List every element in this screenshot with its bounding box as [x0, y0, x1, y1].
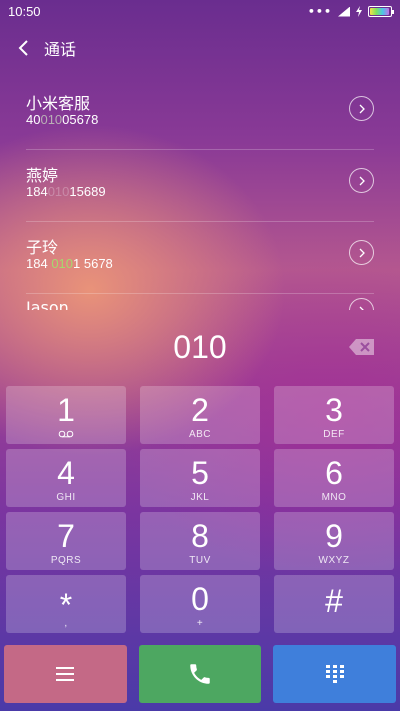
key-1[interactable]: 1	[6, 386, 126, 444]
contact-number: 4001005678	[26, 112, 99, 127]
voicemail-icon	[58, 431, 74, 438]
key-digit: 6	[325, 455, 343, 491]
keypad-toggle-button[interactable]	[273, 645, 397, 703]
contact-number: 18401015689	[26, 184, 106, 199]
key-7[interactable]: 7 PQRS	[6, 512, 126, 570]
charging-icon	[356, 6, 362, 17]
back-arrow-icon	[18, 40, 28, 56]
contact-name: 子玲	[26, 238, 59, 257]
phone-icon	[190, 664, 210, 684]
key-0[interactable]: 0 +	[140, 575, 260, 633]
chevron-right-icon	[359, 248, 365, 257]
key-digit: 3	[325, 392, 343, 428]
dialed-number: 010	[173, 329, 227, 365]
key-digit: 9	[325, 518, 343, 554]
key-hash[interactable]: #	[274, 575, 394, 633]
menu-button[interactable]	[4, 645, 127, 703]
key-6[interactable]: 6 MNO	[274, 449, 394, 507]
key-digit: 8	[191, 518, 209, 554]
contact-item[interactable]: 小米客服 4001005678	[26, 78, 374, 150]
key-letters: WXYZ	[318, 555, 350, 566]
chevron-right-icon	[359, 306, 364, 310]
app-header: 通话	[0, 30, 400, 66]
contact-detail-button[interactable]	[349, 240, 374, 265]
contact-name: 小米客服	[26, 94, 91, 113]
key-5[interactable]: 5 JKL	[140, 449, 260, 507]
key-digit: 5	[191, 455, 209, 491]
key-letters: PQRS	[50, 555, 82, 566]
contact-detail-button[interactable]	[349, 168, 374, 193]
number-match-highlight: 010	[51, 256, 74, 271]
contact-detail-button[interactable]	[349, 96, 374, 121]
key-letters: MNO	[321, 492, 347, 503]
contact-item[interactable]: 燕婷 18401015689	[26, 150, 374, 222]
call-button[interactable]	[138, 645, 262, 703]
key-letters	[6, 429, 126, 440]
key-letters: JKL	[190, 492, 210, 503]
status-icons: •••	[307, 5, 394, 18]
contact-item[interactable]: 子玲 184 0101 5678	[26, 222, 374, 294]
key-digit: 4	[57, 455, 75, 491]
notification-dots: •••	[307, 5, 332, 18]
key-star[interactable]: * ,	[6, 575, 126, 633]
contact-name: Jason	[26, 298, 69, 310]
key-digit: 0	[191, 581, 209, 617]
key-letters: GHI	[56, 492, 76, 503]
status-bar: 10:50 •••	[0, 0, 400, 24]
key-3[interactable]: 3 DEF	[274, 386, 394, 444]
contact-item[interactable]: Jason	[26, 294, 374, 310]
key-2[interactable]: 2 ABC	[140, 386, 260, 444]
key-letters: ABC	[188, 429, 212, 440]
key-8[interactable]: 8 TUV	[140, 512, 260, 570]
key-4[interactable]: 4 GHI	[6, 449, 126, 507]
key-letters: DEF	[323, 429, 345, 440]
key-digit: #	[325, 583, 343, 619]
key-letters: +	[196, 618, 204, 629]
dialpad-icon	[325, 665, 344, 683]
dial-display: 010	[0, 325, 400, 375]
key-digit: 1	[57, 392, 75, 428]
number-match-highlight: 010	[47, 184, 70, 199]
status-time: 10:50	[8, 4, 41, 19]
back-button[interactable]	[4, 30, 44, 66]
key-letters: ,	[64, 618, 68, 629]
contact-name: 燕婷	[26, 166, 59, 185]
key-letters: TUV	[189, 555, 211, 566]
key-9[interactable]: 9 WXYZ	[274, 512, 394, 570]
key-digit: 7	[57, 518, 75, 554]
chevron-right-icon	[359, 176, 365, 185]
number-match-highlight: 010	[40, 112, 63, 127]
page-title: 通话	[44, 40, 77, 59]
dial-keypad: 1 2 ABC 3 DEF 4 GHI 5 JKL 6 MNO 7 PQRS 8…	[6, 386, 394, 633]
dialer-action-bar	[4, 645, 397, 703]
menu-icon	[56, 667, 75, 681]
key-digit: 2	[191, 392, 209, 428]
contact-detail-button[interactable]	[349, 298, 374, 310]
contact-number: 184 0101 5678	[26, 256, 113, 271]
backspace-icon[interactable]	[348, 337, 376, 357]
battery-icon	[368, 6, 394, 17]
signal-icon	[338, 6, 350, 17]
chevron-right-icon	[359, 104, 365, 113]
contact-suggestion-list: 小米客服 4001005678 燕婷 18401015689 子玲 184 01…	[0, 78, 400, 310]
